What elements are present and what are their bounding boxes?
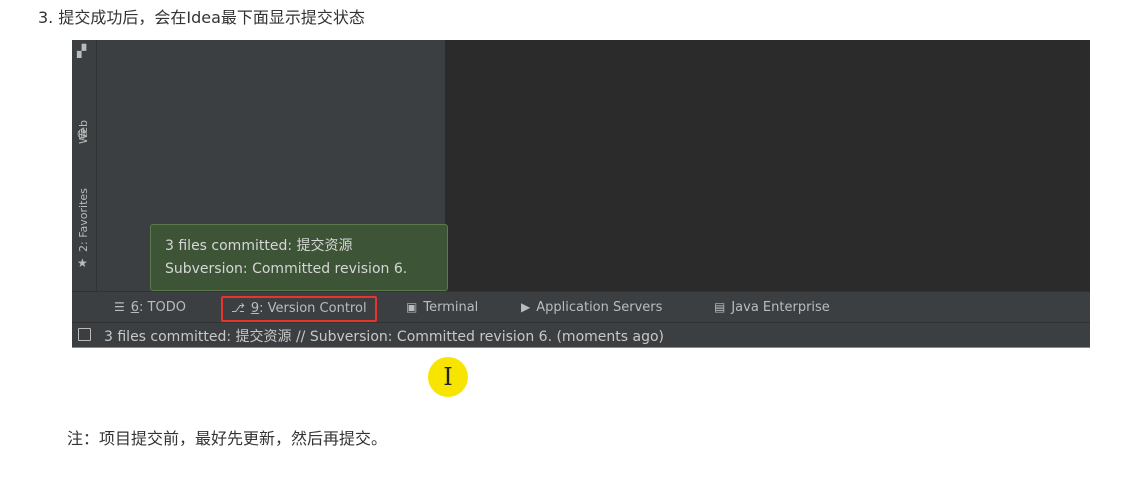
star-icon: ★ [77,256,88,270]
tool-window-version-control[interactable]: ⎇ 9: Version Control [221,296,377,322]
notification-line-1: 3 files committed: 提交资源 [165,238,353,254]
toggle-tool-windows-icon[interactable] [78,328,91,341]
tool-window-terminal[interactable]: ▣ Terminal [406,298,478,316]
text-cursor-icon: I [443,363,453,391]
tool-window-java-enterprise[interactable]: ▤ Java Enterprise [714,298,830,316]
step-heading: 3. 提交成功后，会在Idea最下面显示提交状态 [38,8,365,27]
servers-icon: ▶ [521,300,531,314]
commit-notification-balloon[interactable]: 3 files committed: 提交资源 Subversion: Comm… [150,224,448,291]
tool-window-application-servers[interactable]: ▶ Application Servers [521,298,662,316]
left-tool-strip: ▞ ◍ Web 2: Favorites ★ [72,40,97,291]
application-servers-label: Application Servers [536,300,663,315]
side-tab-web[interactable]: Web [75,88,93,144]
vc-label: : Version Control [259,301,367,316]
status-bar: 3 files committed: 提交资源 // Subversion: C… [72,322,1090,347]
branch-icon: ⎇ [231,301,245,315]
terminal-icon: ▣ [406,300,418,314]
notification-line-2: Subversion: Committed revision 6. [165,261,408,277]
todo-number: 6 [130,300,140,315]
structure-icon[interactable]: ▞ [77,44,86,58]
terminal-label: Terminal [423,300,479,315]
tool-window-todo[interactable]: ☰ 6: TODO [114,298,186,316]
list-icon: ☰ [114,300,125,314]
java-enterprise-label: Java Enterprise [731,300,830,315]
vc-number: 9 [250,301,260,316]
editor-area[interactable] [445,40,1090,291]
java-enterprise-icon: ▤ [714,300,726,314]
side-tab-favorites[interactable]: 2: Favorites [75,168,93,252]
todo-label: : TODO [139,300,186,315]
note-text: 注：项目提交前，最好先更新，然后再提交。 [67,429,388,448]
tool-window-bar: ☰ 6: TODO ⎇ 9: Version Control ▣ Terminal ▶… [72,291,1090,322]
ide-screenshot: ▞ ◍ Web 2: Favorites ★ 3 files committed… [72,40,1090,348]
status-message[interactable]: 3 files committed: 提交资源 // Subversion: C… [104,326,664,346]
